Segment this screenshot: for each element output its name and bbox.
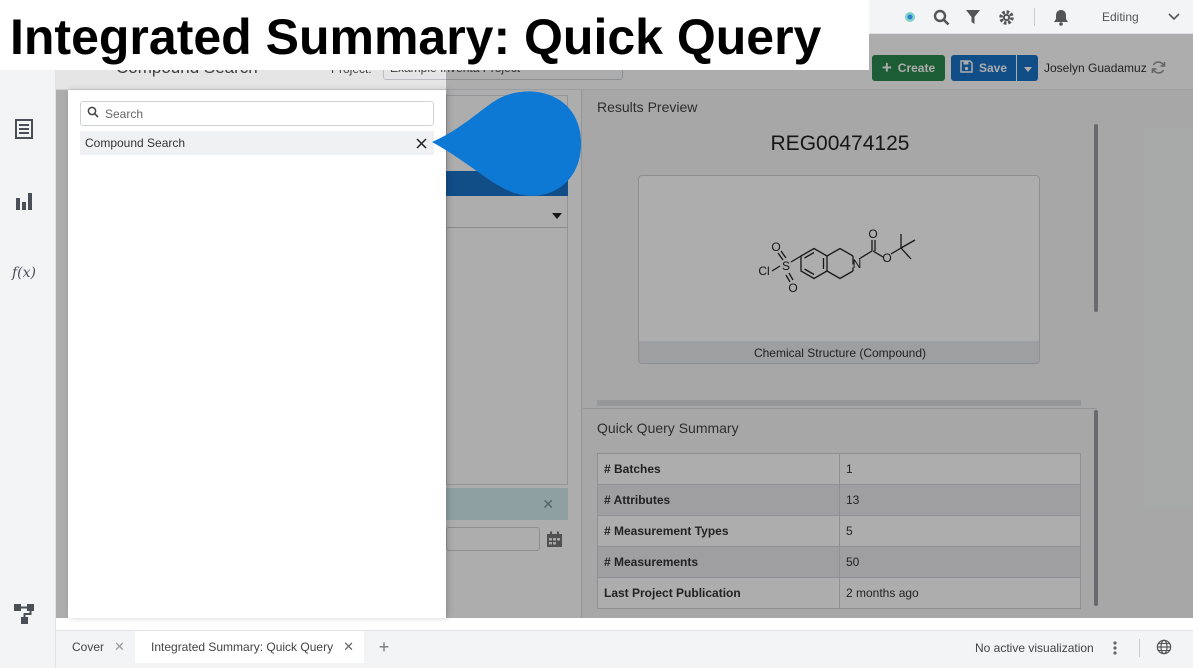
chevron-down-icon (1168, 10, 1180, 24)
page-search-input[interactable] (105, 106, 425, 121)
cluster-icon[interactable] (900, 7, 920, 27)
gear-icon[interactable] (996, 7, 1016, 27)
function-icon[interactable]: f(x) (12, 261, 36, 285)
pointer-callout-icon (432, 91, 582, 196)
plus-icon: + (378, 636, 390, 657)
globe-icon[interactable] (1154, 637, 1174, 657)
mode-select-value: Editing (1102, 10, 1139, 24)
tab-label: Integrated Summary: Quick Query (151, 640, 334, 654)
hierarchy-icon[interactable] (12, 602, 36, 626)
bar-chart-icon[interactable] (12, 189, 36, 213)
tab-integrated-summary[interactable]: Integrated Summary: Quick Query ✕ (135, 631, 364, 663)
close-icon[interactable]: ✕ (114, 639, 125, 655)
list-item[interactable]: Compound Search (80, 131, 434, 155)
tab-label: Cover (72, 640, 105, 654)
search-icon[interactable] (931, 7, 951, 27)
bell-icon[interactable] (1051, 7, 1071, 27)
add-tab-button[interactable]: + (374, 637, 394, 657)
page-search-box (80, 101, 434, 126)
search-icon (87, 106, 99, 121)
close-icon[interactable]: ✕ (343, 639, 354, 655)
table-icon[interactable] (12, 117, 36, 141)
left-rail: f(x) (0, 0, 56, 668)
status-separator (1139, 639, 1140, 657)
top-toolbar: Editing (869, 0, 1193, 34)
more-options-icon[interactable] (1108, 638, 1122, 658)
mode-select[interactable]: Editing (1090, 4, 1188, 30)
page-tabs-bar: Cover ✕ Integrated Summary: Quick Query … (56, 630, 1193, 668)
page-picker-dropdown: Compound Search (68, 90, 446, 618)
list-item-label: Compound Search (85, 136, 186, 150)
function-glyph: f(x) (12, 265, 37, 281)
status-text: No active visualization (975, 641, 1094, 655)
overlay-page-title: Integrated Summary: Quick Query (0, 0, 869, 70)
filter-icon[interactable] (963, 7, 983, 27)
tab-cover[interactable]: Cover ✕ (56, 631, 135, 663)
close-icon[interactable] (414, 136, 428, 150)
toolbar-separator (1034, 8, 1035, 26)
